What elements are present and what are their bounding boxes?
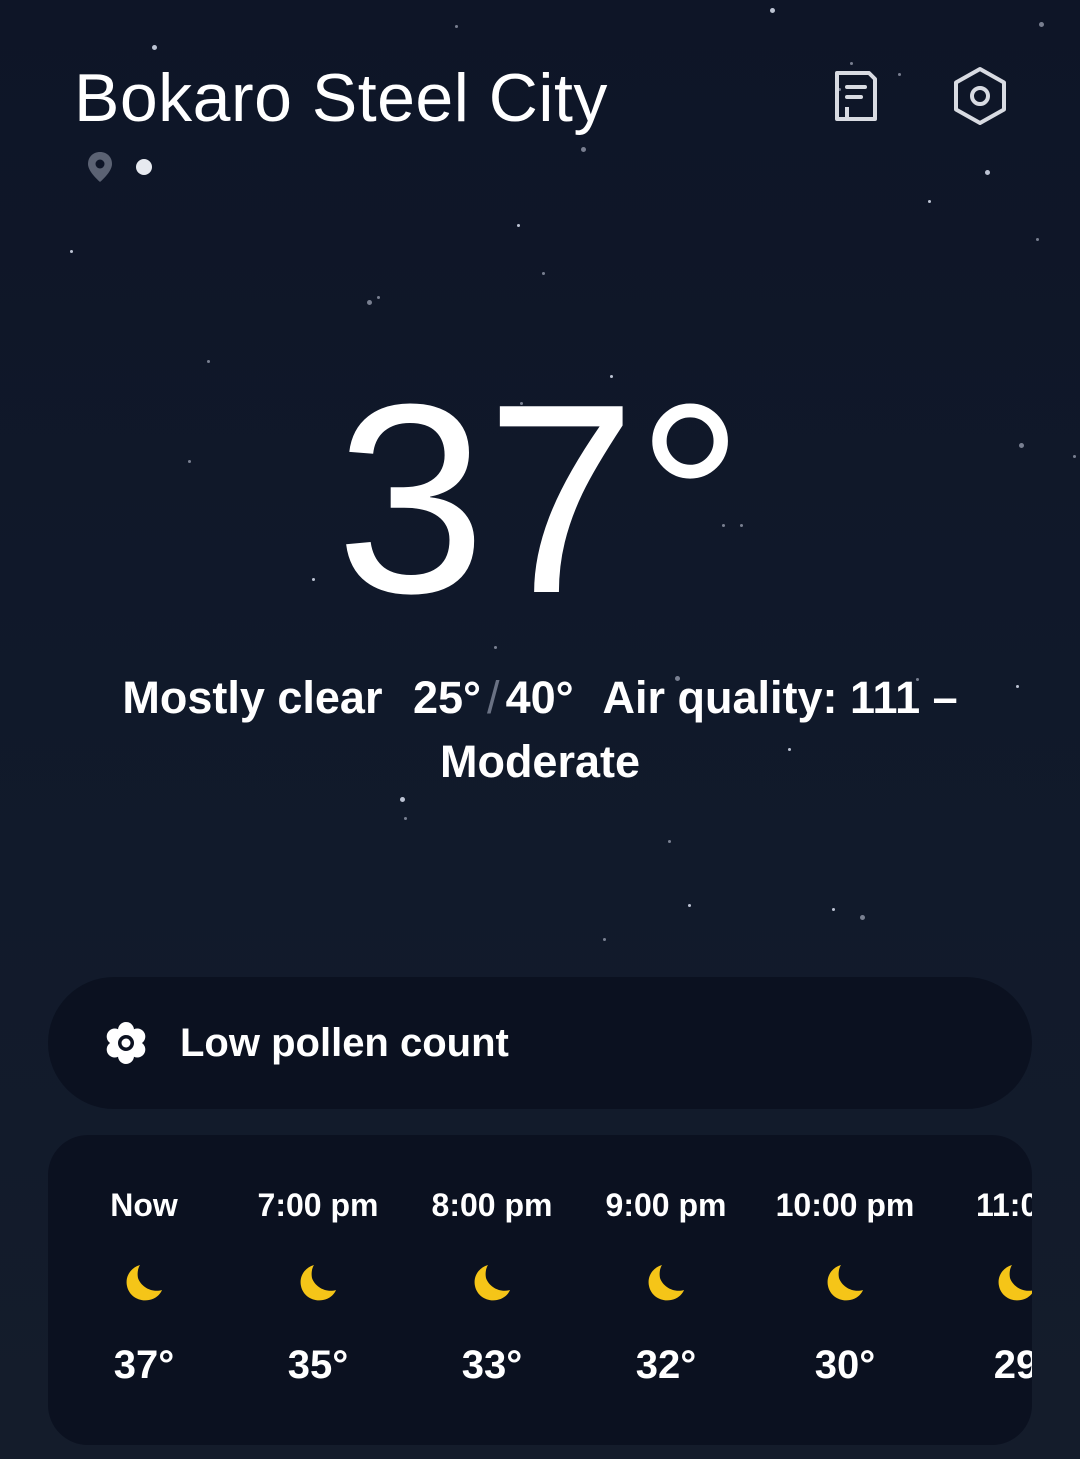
star — [985, 170, 990, 175]
hourly-time: 9:00 pm — [605, 1187, 727, 1223]
hourly-item: 9:00 pm 32° — [581, 1135, 751, 1445]
hourly-item: 10:00 pm 30° — [760, 1135, 930, 1445]
air-quality-text: Air quality: 111 – — [602, 672, 958, 723]
condition-text: Mostly clear — [122, 672, 383, 723]
star — [832, 908, 835, 911]
star — [455, 25, 458, 28]
hourly-temp: 30° — [814, 1343, 876, 1387]
star — [1039, 22, 1044, 27]
star — [542, 272, 545, 275]
moon-icon — [644, 1261, 688, 1305]
pollen-text: Low pollen count — [180, 1020, 509, 1065]
star — [770, 8, 775, 13]
current-temperature: 37° — [0, 360, 1080, 640]
air-quality-level: Moderate — [439, 736, 641, 787]
hourly-item: 8:00 pm 33° — [407, 1135, 577, 1445]
hourly-temp: 37° — [113, 1343, 175, 1387]
moon-icon — [470, 1261, 514, 1305]
weather-summary: Mostly clear 25°/40° Air quality: 111 – … — [90, 666, 990, 794]
location-pin-icon — [88, 152, 112, 182]
moon-icon — [823, 1261, 867, 1305]
star — [928, 200, 931, 203]
hourly-time: 10:00 pm — [775, 1187, 915, 1223]
star — [517, 224, 520, 227]
star — [377, 296, 380, 299]
pager-dot-active — [136, 159, 152, 175]
hourly-item: 11:00 29 — [931, 1135, 1032, 1445]
star — [404, 817, 407, 820]
star — [1016, 685, 1019, 688]
pollen-card[interactable]: Low pollen count — [48, 977, 1032, 1109]
star — [860, 915, 865, 920]
hourly-forecast[interactable]: Now 37° 7:00 pm 35° 8:00 pm 33° 9:00 pm 32° 10:0… — [48, 1135, 1032, 1445]
hourly-item: 7:00 pm 35° — [233, 1135, 403, 1445]
moon-icon — [296, 1261, 340, 1305]
star — [688, 904, 691, 907]
star — [367, 300, 372, 305]
star — [152, 45, 157, 50]
temperature-value: 37° — [335, 349, 745, 650]
settings-hexagon-icon — [954, 67, 1006, 125]
hourly-time: 8:00 pm — [431, 1187, 553, 1223]
low-temp: 25° — [412, 672, 482, 723]
star — [898, 73, 901, 76]
star — [581, 147, 586, 152]
hourly-temp: 35° — [287, 1343, 349, 1387]
hourly-temp: 29 — [993, 1343, 1032, 1387]
star — [70, 250, 73, 253]
star — [400, 797, 405, 802]
settings-button[interactable] — [950, 64, 1010, 128]
moon-icon — [122, 1261, 166, 1305]
high-temp: 40° — [505, 672, 574, 723]
notes-icon — [835, 71, 877, 121]
hourly-time: 7:00 pm — [257, 1187, 379, 1223]
star — [668, 840, 671, 843]
location-pager[interactable] — [86, 150, 152, 184]
hourly-temp: 33° — [461, 1343, 523, 1387]
hourly-item: Now 37° — [59, 1135, 229, 1445]
city-name: Bokaro Steel City — [74, 60, 608, 136]
star — [1036, 238, 1039, 241]
flower-icon — [104, 1021, 148, 1065]
hourly-time: Now — [110, 1187, 178, 1223]
star — [603, 938, 606, 941]
temp-separator: / — [487, 672, 500, 723]
hourly-time: 11:00 — [975, 1187, 1032, 1223]
notes-button[interactable] — [826, 64, 886, 128]
hourly-temp: 32° — [635, 1343, 697, 1387]
moon-icon — [994, 1261, 1032, 1305]
